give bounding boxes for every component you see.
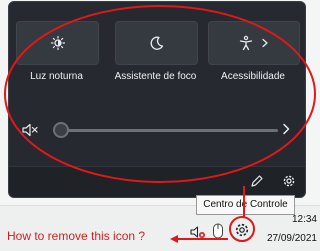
- annotation-arrow-head: [170, 235, 178, 243]
- annotation-circle-icon: [229, 216, 255, 242]
- annotation-overlay: [4, 5, 316, 243]
- annotation-question: How to remove this icon ?: [7, 229, 146, 243]
- annotation-ellipse-panel: [4, 5, 316, 183]
